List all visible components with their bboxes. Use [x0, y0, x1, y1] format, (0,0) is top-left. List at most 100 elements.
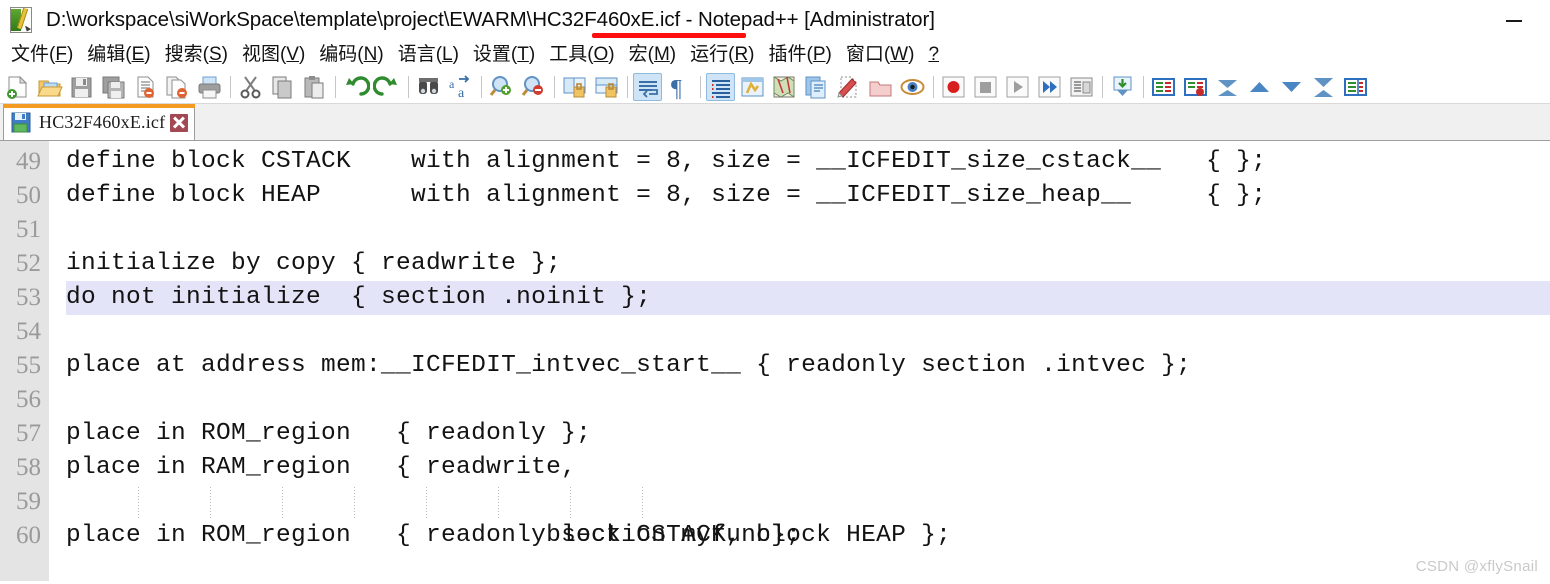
- line-number: 58: [16, 454, 41, 481]
- code-line[interactable]: place in ROM_region { readonly section m…: [66, 519, 1550, 553]
- document-map-icon[interactable]: [770, 73, 799, 101]
- toggle-fold-icon[interactable]: [1181, 73, 1210, 101]
- undo-icon[interactable]: [341, 73, 370, 101]
- indent-guides: [66, 485, 643, 519]
- menu-item-run[interactable]: 运行(R): [683, 42, 761, 68]
- code-line[interactable]: define block CSTACK with alignment = 8, …: [66, 145, 1550, 179]
- sync-horizontal-scroll-icon[interactable]: [592, 73, 621, 101]
- code-line[interactable]: [66, 315, 1550, 349]
- menu-item-tools[interactable]: 工具(O): [542, 42, 621, 68]
- tab-bar: HC32F460xE.icf: [0, 104, 1550, 141]
- code-line-indented[interactable]: block CSTACK, block HEAP };: [66, 485, 1550, 549]
- code-line[interactable]: place in RAM_region { readwrite,: [66, 451, 1550, 485]
- copy-icon[interactable]: [268, 73, 297, 101]
- monitoring-eye-icon[interactable]: [898, 73, 927, 101]
- redo-icon[interactable]: [373, 73, 402, 101]
- close-file-icon[interactable]: [131, 73, 160, 101]
- show-all-characters-icon[interactable]: ¶: [665, 73, 694, 101]
- new-file-icon[interactable]: [3, 73, 32, 101]
- menu-item-settings[interactable]: 设置(T): [466, 42, 542, 68]
- zoom-in-icon[interactable]: [487, 73, 516, 101]
- run-macro-multiple-icon[interactable]: [1035, 73, 1064, 101]
- menu-item-window[interactable]: 窗口(W): [839, 42, 922, 68]
- print-icon[interactable]: [195, 73, 224, 101]
- code-line-current[interactable]: do not initialize { section .noinit };: [66, 281, 1550, 315]
- tab-hc32f460xe-icf[interactable]: HC32F460xE.icf: [3, 104, 196, 140]
- function-list-icon[interactable]: [802, 73, 831, 101]
- line-number: 49: [16, 148, 41, 175]
- menu-item-macro[interactable]: 宏(M): [622, 42, 683, 68]
- tab-label: HC32F460xE.icf: [39, 112, 166, 132]
- toolbar-separator: [627, 75, 628, 98]
- code-editor[interactable]: 49 50 51 52 53 54 55 56 57 58 59 60 defi…: [0, 141, 1550, 581]
- monitoring-icon[interactable]: [866, 73, 895, 101]
- toolbar-separator: [230, 75, 231, 98]
- split-view-icon[interactable]: [1341, 73, 1370, 101]
- bookmark-icon[interactable]: [1149, 73, 1178, 101]
- menu-item-help[interactable]: ?: [921, 42, 946, 68]
- line-number: 55: [16, 352, 41, 379]
- line-number: 52: [16, 250, 41, 277]
- close-tab-icon[interactable]: [170, 113, 189, 132]
- cut-icon[interactable]: [236, 73, 265, 101]
- code-line[interactable]: [66, 383, 1550, 417]
- menu-item-view[interactable]: 视图(V): [235, 42, 312, 68]
- menu-item-file[interactable]: 文件(F): [4, 42, 80, 68]
- save-icon[interactable]: [67, 73, 96, 101]
- code-line[interactable]: place at address mem:__ICFEDIT_intvec_st…: [66, 349, 1550, 383]
- toolbar-separator: [1143, 75, 1144, 98]
- notepad-plus-plus-icon: [9, 6, 35, 34]
- zoom-out-icon[interactable]: [519, 73, 548, 101]
- focus-down-icon[interactable]: [1277, 73, 1306, 101]
- line-number: 50: [16, 182, 41, 209]
- menu-item-edit[interactable]: 编辑(E): [80, 42, 157, 68]
- menu-item-plugins[interactable]: 插件(P): [762, 42, 839, 68]
- save-all-icon[interactable]: [99, 73, 128, 101]
- close-all-icon[interactable]: [163, 73, 192, 101]
- menu-item-language[interactable]: 语言(L): [391, 42, 466, 68]
- indent-guideline-icon[interactable]: [706, 72, 735, 101]
- code-line[interactable]: place in ROM_region { readonly };: [66, 417, 1550, 451]
- toolbar-separator: [408, 75, 409, 98]
- red-underline-annotation: [592, 33, 746, 38]
- line-number: 56: [16, 386, 41, 413]
- sync-vertical-scroll-icon[interactable]: [560, 73, 589, 101]
- code-line[interactable]: define block HEAP with alignment = 8, si…: [66, 179, 1550, 213]
- code-content[interactable]: define block CSTACK with alignment = 8, …: [66, 141, 1550, 581]
- toolbar-separator: [1102, 75, 1103, 98]
- find-icon[interactable]: [414, 73, 443, 101]
- collapse-all-icon[interactable]: [1213, 73, 1242, 101]
- menu-bar: 文件(F) 编辑(E) 搜索(S) 视图(V) 编码(N) 语言(L) 设置(T…: [0, 40, 1550, 70]
- minimize-button[interactable]: [1496, 10, 1532, 32]
- menu-item-encoding[interactable]: 编码(N): [312, 42, 390, 68]
- title-bar: D:\workspace\siWorkSpace\template\projec…: [0, 0, 1550, 40]
- line-number: 59: [16, 488, 41, 515]
- focus-up-icon[interactable]: [1245, 73, 1274, 101]
- code-line[interactable]: [66, 213, 1550, 247]
- svg-text:¶: ¶: [671, 76, 682, 101]
- show-clone-icon[interactable]: [834, 73, 863, 101]
- toolbar: a a ¶: [0, 70, 1550, 104]
- play-macro-icon[interactable]: [1003, 73, 1032, 101]
- user-defined-language-icon[interactable]: [738, 73, 767, 101]
- expand-all-icon[interactable]: [1309, 73, 1338, 101]
- notepad-plus-plus-window: D:\workspace\siWorkSpace\template\projec…: [0, 0, 1550, 584]
- toolbar-separator: [481, 75, 482, 98]
- svg-text:a: a: [449, 77, 455, 91]
- save-macro-icon[interactable]: [1067, 73, 1096, 101]
- open-file-icon[interactable]: [35, 73, 64, 101]
- word-wrap-icon[interactable]: [633, 72, 662, 101]
- code-line[interactable]: initialize by copy { readwrite };: [66, 247, 1550, 281]
- line-number: 60: [16, 522, 41, 549]
- toolbar-separator: [700, 75, 701, 98]
- line-number: 54: [16, 318, 41, 345]
- stop-record-macro-icon[interactable]: [971, 73, 1000, 101]
- replace-icon[interactable]: a a: [446, 73, 475, 101]
- start-record-macro-icon[interactable]: [939, 73, 968, 101]
- toolbar-separator: [554, 75, 555, 98]
- menu-item-search[interactable]: 搜索(S): [158, 42, 235, 68]
- line-number: 51: [16, 216, 41, 243]
- svg-text:a: a: [458, 86, 465, 101]
- run-icon[interactable]: [1108, 73, 1137, 101]
- paste-icon[interactable]: [300, 73, 329, 101]
